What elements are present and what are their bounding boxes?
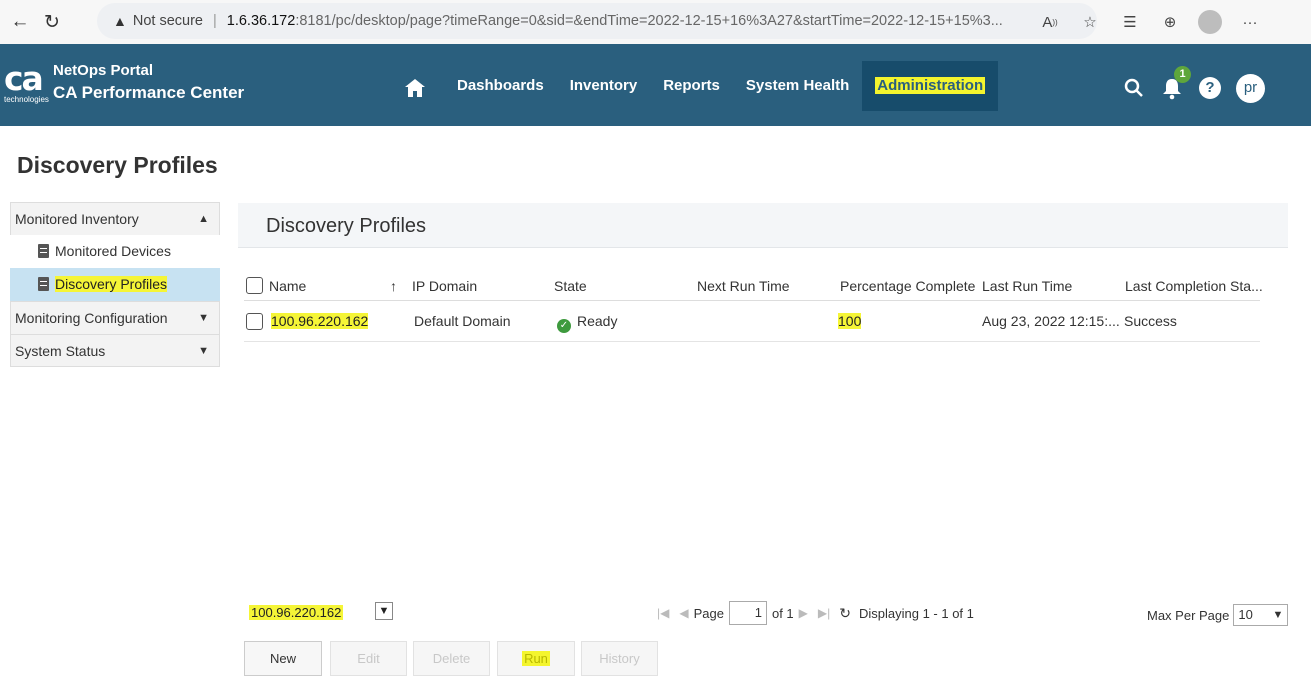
app-header: ca technologies NetOps Portal CA Perform… xyxy=(0,44,1311,126)
browser-toolbar: ← ↻ ▲ Not secure | 1.6.36.172:8181/pc/de… xyxy=(0,0,1311,44)
back-icon[interactable]: ← xyxy=(8,10,32,34)
filter-icon[interactable]: ▼ xyxy=(375,602,393,620)
refresh-icon[interactable]: ↻ xyxy=(839,605,851,622)
brand-line2: CA Performance Center xyxy=(53,83,245,102)
sidebar-section-monitored-inventory[interactable]: Monitored Inventory ▲ xyxy=(10,202,220,235)
brand: NetOps Portal CA Performance Center xyxy=(53,62,244,103)
main-nav: Dashboards Inventory Reports System Heal… xyxy=(444,61,999,111)
ca-logo[interactable]: ca technologies xyxy=(4,62,50,108)
next-page-icon[interactable]: ▶ xyxy=(799,606,808,620)
more-icon[interactable]: ··· xyxy=(1230,8,1270,36)
favorites-icon[interactable]: ☰ xyxy=(1110,8,1150,36)
cell-state: ✓ Ready xyxy=(557,313,617,333)
sidebar: Monitored Inventory ▲ Monitored Devices … xyxy=(10,202,220,367)
home-icon[interactable] xyxy=(404,77,426,99)
displaying-label: Displaying 1 - 1 of 1 xyxy=(858,605,974,621)
row-checkbox[interactable] xyxy=(246,313,263,330)
security-label: Not secure xyxy=(132,13,203,29)
caret-up-icon: ▲ xyxy=(198,213,209,225)
collections-icon[interactable]: ⊕ xyxy=(1150,8,1190,36)
panel-header: Discovery Profiles xyxy=(238,203,1288,248)
address-bar[interactable]: ▲ Not secure | 1.6.36.172:8181/pc/deskto… xyxy=(97,3,1097,39)
page-input[interactable]: 1 xyxy=(728,601,767,625)
nav-administration[interactable]: Administration xyxy=(862,61,999,111)
browser-actions: A)) ☆ ☰ ⊕ ··· xyxy=(1030,8,1270,36)
last-page-icon[interactable]: ▶| xyxy=(818,606,830,620)
bell-icon[interactable]: 1 xyxy=(1156,66,1191,104)
history-button[interactable]: History xyxy=(581,641,658,676)
url-host: 1.6.36.172 xyxy=(226,13,296,29)
delete-button[interactable]: Delete xyxy=(413,641,490,676)
nav-system-health[interactable]: System Health xyxy=(733,61,862,111)
nav-dashboards[interactable]: Dashboards xyxy=(444,61,557,111)
run-button[interactable]: Run xyxy=(497,641,575,676)
sidebar-item-discovery-profiles[interactable]: Discovery Profiles xyxy=(10,268,220,301)
warning-icon: ▲ xyxy=(113,13,127,29)
check-circle-icon: ✓ xyxy=(557,319,571,333)
sidebar-section-monitoring-configuration[interactable]: Monitoring Configuration ▼ xyxy=(10,301,220,334)
url-path: :8181/pc/desktop/page?timeRange=0&sid=&e… xyxy=(295,13,1003,29)
column-header-last-completion-status[interactable]: Last Completion Sta... xyxy=(1125,278,1263,294)
notification-badge: 1 xyxy=(1174,66,1191,83)
document-icon xyxy=(38,277,49,291)
cell-last-run-time: Aug 23, 2022 12:15:... xyxy=(982,313,1120,329)
column-header-percentage-complete[interactable]: Percentage Complete xyxy=(840,278,975,294)
table-row[interactable]: 100.96.220.162 Default Domain ✓ Ready 100… xyxy=(244,301,1260,342)
search-icon[interactable] xyxy=(1118,72,1150,104)
panel-title: Discovery Profiles xyxy=(266,215,427,237)
max-per-page-select[interactable]: 10 ▼ xyxy=(1233,604,1289,626)
avatar[interactable]: pr xyxy=(1236,73,1265,103)
page-title: Discovery Profiles xyxy=(17,152,218,178)
url-separator: | xyxy=(212,13,217,29)
first-page-icon[interactable]: |◀ xyxy=(657,606,669,620)
nav-inventory[interactable]: Inventory xyxy=(557,61,651,111)
sidebar-item-monitored-devices[interactable]: Monitored Devices xyxy=(10,235,220,268)
caret-down-icon: ▼ xyxy=(198,312,209,324)
read-aloud-icon[interactable]: A)) xyxy=(1030,8,1070,36)
chevron-down-icon: ▼ xyxy=(1272,609,1284,621)
help-icon[interactable]: ? xyxy=(1194,72,1226,104)
max-per-page-label: Max Per Page xyxy=(1147,607,1230,623)
page-of-label: of 1 xyxy=(771,605,794,621)
caret-down-icon: ▼ xyxy=(198,345,209,357)
max-per-page: Max Per Page 10 ▼ xyxy=(1147,604,1289,626)
refresh-icon[interactable]: ↻ xyxy=(40,10,64,34)
grid-header: Name ↑ IP Domain State Next Run Time Per… xyxy=(244,273,1263,301)
cell-name: 100.96.220.162 xyxy=(271,313,369,329)
page-label: Page xyxy=(693,605,724,621)
edit-button[interactable]: Edit xyxy=(330,641,407,676)
favorite-add-icon[interactable]: ☆ xyxy=(1070,8,1110,36)
column-header-name[interactable]: Name xyxy=(269,278,306,294)
profile-icon[interactable] xyxy=(1190,8,1230,36)
column-header-state[interactable]: State xyxy=(554,278,587,294)
sort-asc-icon[interactable]: ↑ xyxy=(390,278,397,294)
column-header-ip-domain[interactable]: IP Domain xyxy=(412,278,477,294)
filter-value: 100.96.220.162 xyxy=(249,605,344,620)
sidebar-section-system-status[interactable]: System Status ▼ xyxy=(10,334,220,367)
new-button[interactable]: New xyxy=(244,641,322,676)
filter-input[interactable]: 100.96.220.162 ▼ xyxy=(245,600,393,626)
prev-page-icon[interactable]: ◀ xyxy=(679,606,688,620)
header-actions: 1 ? pr xyxy=(1118,66,1265,104)
document-icon xyxy=(38,244,49,258)
nav-reports[interactable]: Reports xyxy=(650,61,733,111)
brand-line1: NetOps Portal xyxy=(53,62,154,79)
cell-last-completion-status: Success xyxy=(1124,313,1177,329)
cell-ip-domain: Default Domain xyxy=(414,313,511,329)
select-all-checkbox[interactable] xyxy=(246,277,263,294)
column-header-next-run-time[interactable]: Next Run Time xyxy=(697,278,790,294)
pager: |◀ ◀ Page 1 of 1 ▶ ▶| ↻ Displaying 1 - 1… xyxy=(652,601,974,625)
column-header-last-run-time[interactable]: Last Run Time xyxy=(982,278,1072,294)
cell-percentage-complete: 100 xyxy=(838,313,862,329)
